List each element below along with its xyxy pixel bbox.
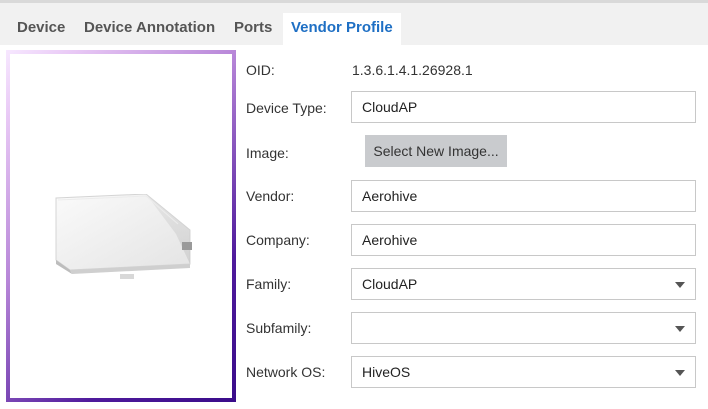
tab-device[interactable]: Device [9,13,73,48]
family-select[interactable]: CloudAP [351,268,696,300]
oid-label: OID: [246,62,275,78]
company-label: Company: [246,232,310,248]
device-type-field[interactable]: CloudAP [351,91,696,123]
image-label: Image: [246,145,289,161]
tab-device-annotation[interactable]: Device Annotation [76,13,223,48]
tab-vendor-profile[interactable]: Vendor Profile [283,13,401,48]
subfamily-select[interactable] [351,312,696,344]
device-image [10,54,232,398]
network-os-select[interactable]: HiveOS [351,356,696,388]
tab-bar: Device Device Annotation Ports Vendor Pr… [0,0,708,48]
vendor-profile-panel: Device Device Annotation Ports Vendor Pr… [0,0,708,409]
access-point-illustration [55,194,192,279]
oid-value: 1.3.6.1.4.1.26928.1 [352,62,473,78]
select-new-image-button[interactable]: Select New Image... [365,135,507,167]
chevron-down-icon[interactable] [675,326,685,332]
subfamily-label: Subfamily: [246,320,312,336]
device-image-frame [6,50,236,402]
tab-ports[interactable]: Ports [226,13,280,48]
vendor-field[interactable]: Aerohive [351,180,696,212]
company-field[interactable]: Aerohive [351,224,696,256]
network-os-label: Network OS: [246,364,326,380]
network-os-select-value: HiveOS [362,364,411,380]
family-select-value: CloudAP [362,276,418,292]
chevron-down-icon[interactable] [675,282,685,288]
device-type-label: Device Type: [246,100,327,116]
family-label: Family: [246,276,292,292]
chevron-down-icon[interactable] [675,370,685,376]
vendor-label: Vendor: [246,188,295,204]
